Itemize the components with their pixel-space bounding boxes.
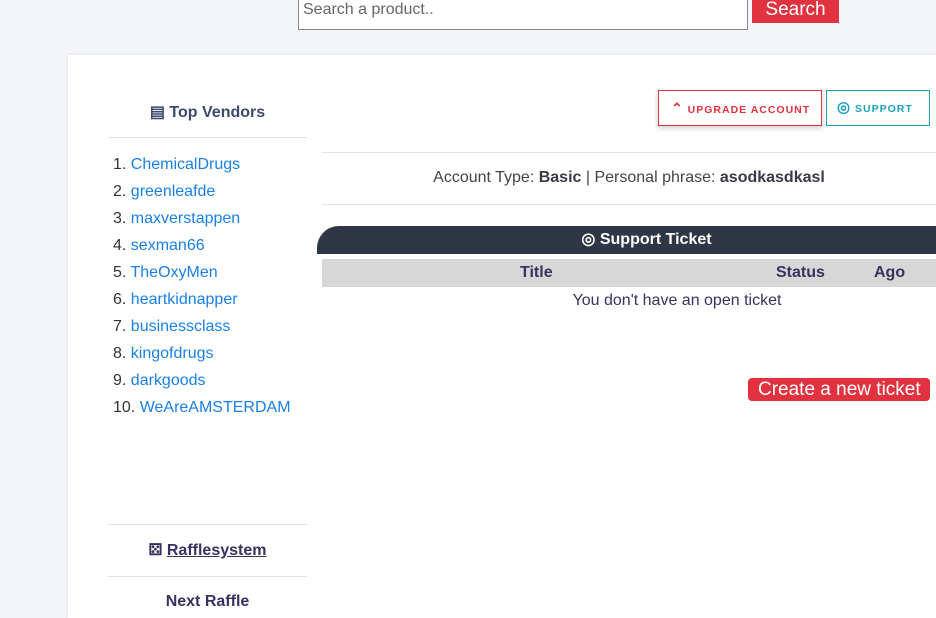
support-label: SUPPORT [855,103,913,115]
vendor-link[interactable]: sexman66 [131,237,205,254]
vendor-link[interactable]: darkgoods [131,372,206,389]
dice-icon: ⚄ [148,542,163,559]
vendor-item: 10. WeAreAMSTERDAM [113,399,291,416]
account-info: Account Type: Basic | Personal phrase: a… [322,169,936,187]
vendor-link[interactable]: TheOxyMen [131,264,218,281]
phrase-label: | Personal phrase: [585,169,716,186]
vendor-link[interactable]: heartkidnapper [131,291,238,308]
col-status: Status [776,264,825,281]
col-ago: Ago [874,264,906,281]
empty-ticket-message: You don't have an open ticket [572,292,782,309]
vendor-link[interactable]: maxverstappen [131,210,240,227]
vendor-item: 4. sexman66 [113,237,205,254]
sidebar: ▤ Top Vendors 1. ChemicalDrugs 2. greenle… [108,55,307,610]
upgrade-account-button[interactable]: ⌃ UPGRADE ACCOUNT [658,90,822,126]
search-button[interactable]: Search [752,0,839,23]
lifering-icon: ◎ [837,99,852,116]
upgrade-label: UPGRADE ACCOUNT [687,104,811,116]
top-vendors-title: Top Vendors [169,104,266,121]
vendor-item: 1. ChemicalDrugs [113,156,241,173]
lifering-icon: ◎ [581,231,596,248]
vendor-link[interactable]: businessclass [131,318,231,335]
vendor-item: 5. TheOxyMen [113,264,218,281]
divider [322,204,936,205]
vendor-item: 6. heartkidnapper [113,291,238,308]
create-ticket-button[interactable]: Create a new ticket [748,378,930,401]
vendor-item: 8. kingofdrugs [113,345,214,362]
support-ticket-title: Support Ticket [599,231,712,248]
main-card: ▤ Top Vendors 1. ChemicalDrugs 2. greenle… [68,55,936,618]
personal-phrase: asodkasdkasl [719,169,825,186]
vendor-item: 7. businessclass [113,318,231,335]
vendor-item: 3. maxverstappen [113,210,241,227]
chevrons-up-icon: ⌃ [671,100,684,116]
search-input[interactable]: Search a product.. [298,0,748,30]
vendor-item: 9. darkgoods [113,372,206,389]
divider [322,152,936,153]
vendor-item: 2. greenleafde [113,183,216,200]
next-raffle-label: Next Raffle [165,593,250,610]
vendor-link[interactable]: greenleafde [131,183,216,200]
account-type-label: Account Type: [433,169,535,186]
rafflesystem-link[interactable]: Rafflesystem [167,542,267,559]
support-button[interactable]: ◎ SUPPORT [826,90,930,126]
vendor-list: 1. ChemicalDrugs 2. greenleafde 3. maxvers… [108,138,307,426]
support-ticket-header: ◎ Support Ticket [317,226,936,254]
vendor-link[interactable]: ChemicalDrugs [131,156,240,173]
top-vendors-heading: ▤ Top Vendors [108,55,307,138]
vendor-link[interactable]: WeAreAMSTERDAM [140,399,291,416]
ticket-table-header: Title Status Ago [322,259,936,287]
raffle-section: ⚄ Rafflesystem [108,524,307,577]
account-type: Basic [538,169,582,186]
store-icon: ▤ [149,104,165,121]
vendor-link[interactable]: kingofdrugs [131,345,214,362]
col-title: Title [520,264,553,281]
